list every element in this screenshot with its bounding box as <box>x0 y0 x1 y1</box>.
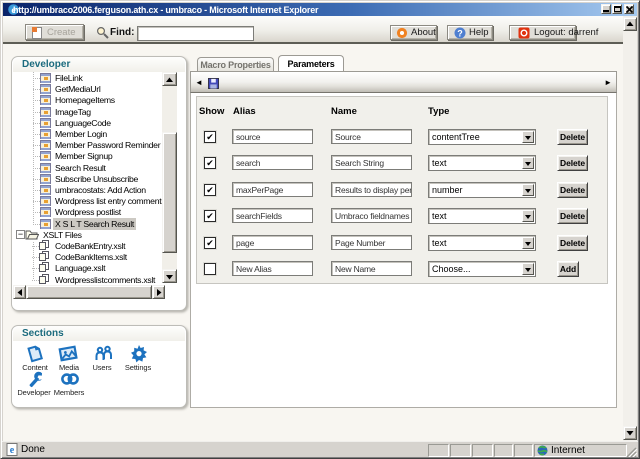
svg-text:?: ? <box>457 29 463 39</box>
svg-text:e: e <box>10 445 15 456</box>
